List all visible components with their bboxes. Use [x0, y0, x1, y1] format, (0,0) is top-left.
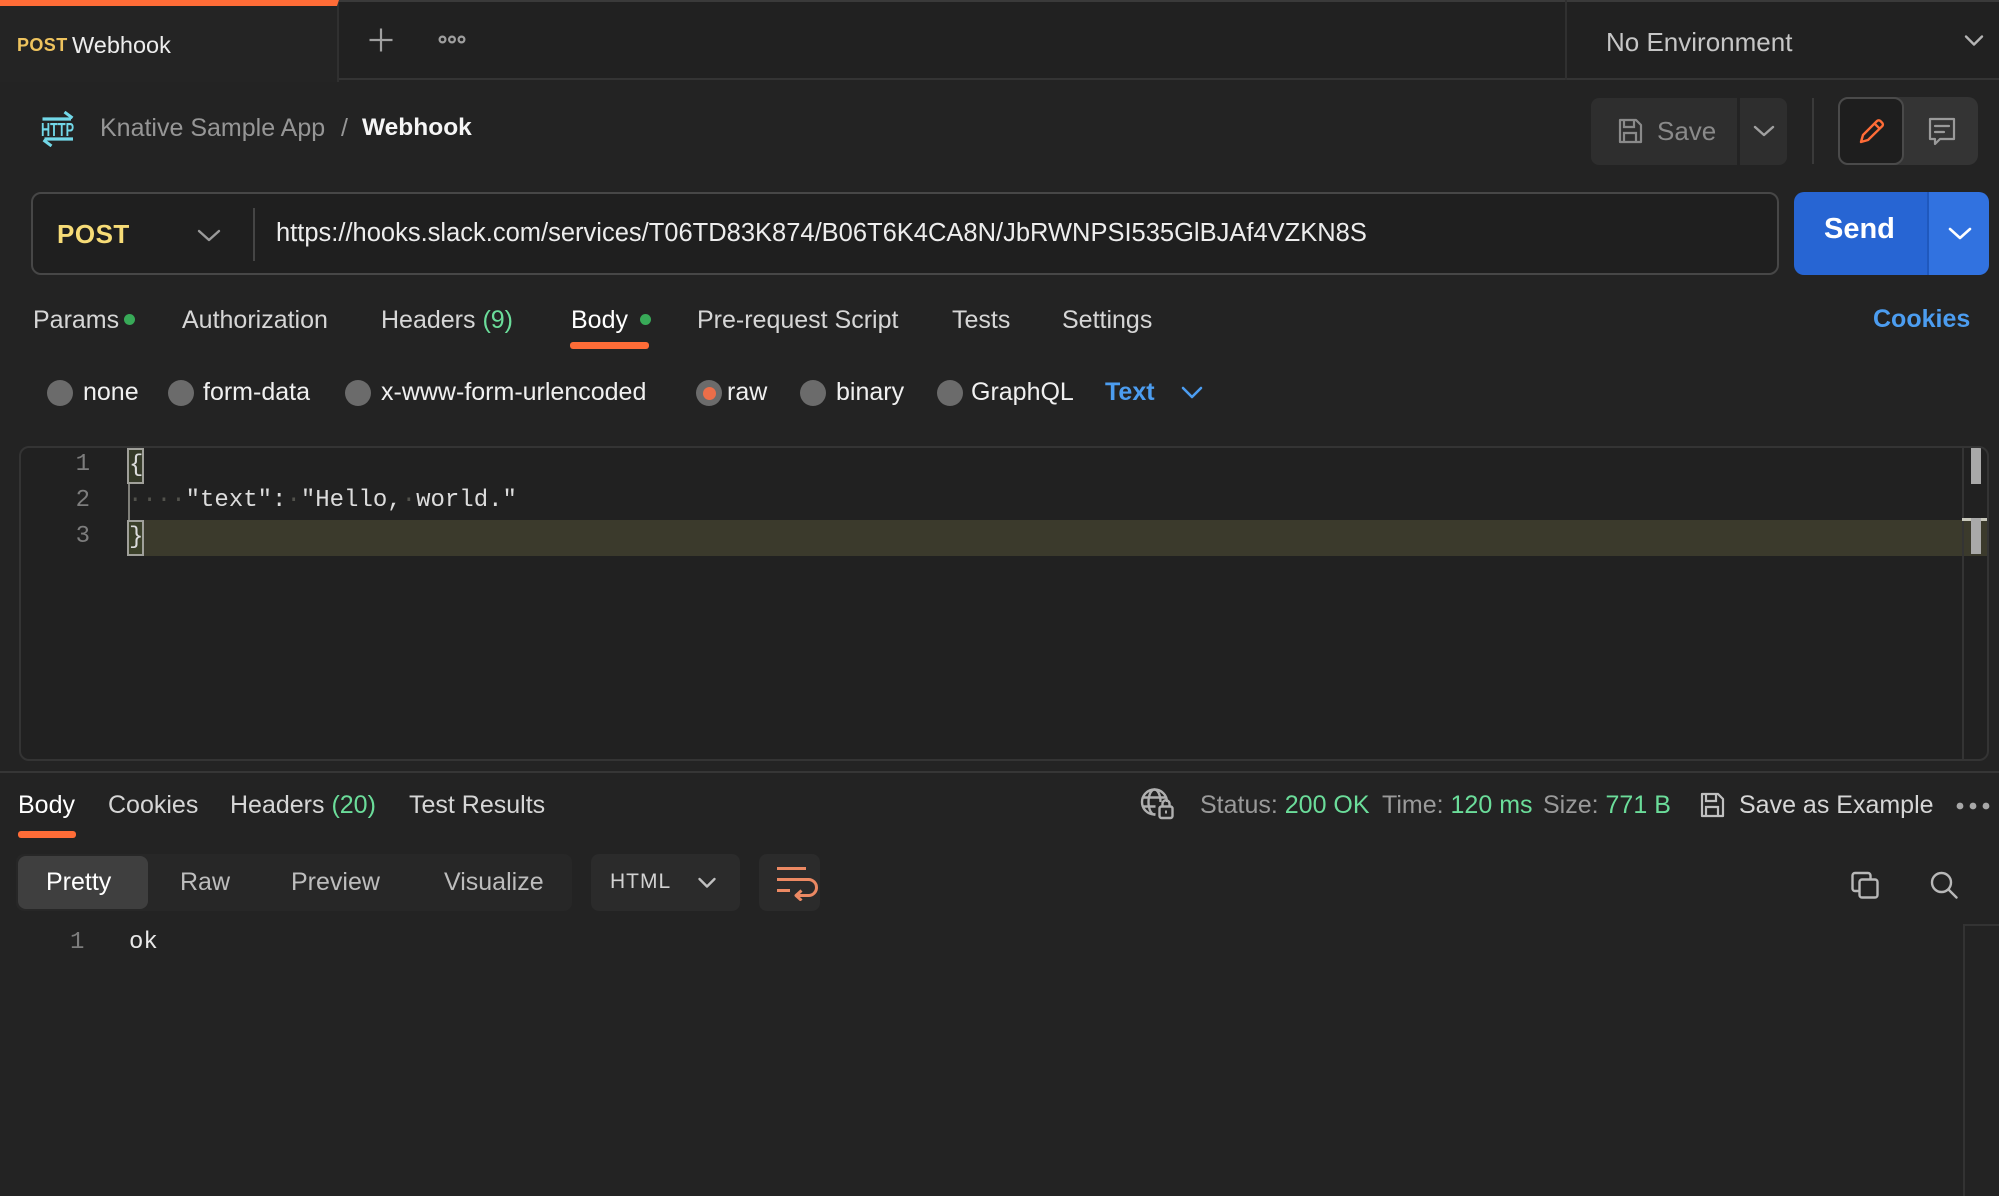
svg-text:HTTP: HTTP: [41, 119, 74, 140]
